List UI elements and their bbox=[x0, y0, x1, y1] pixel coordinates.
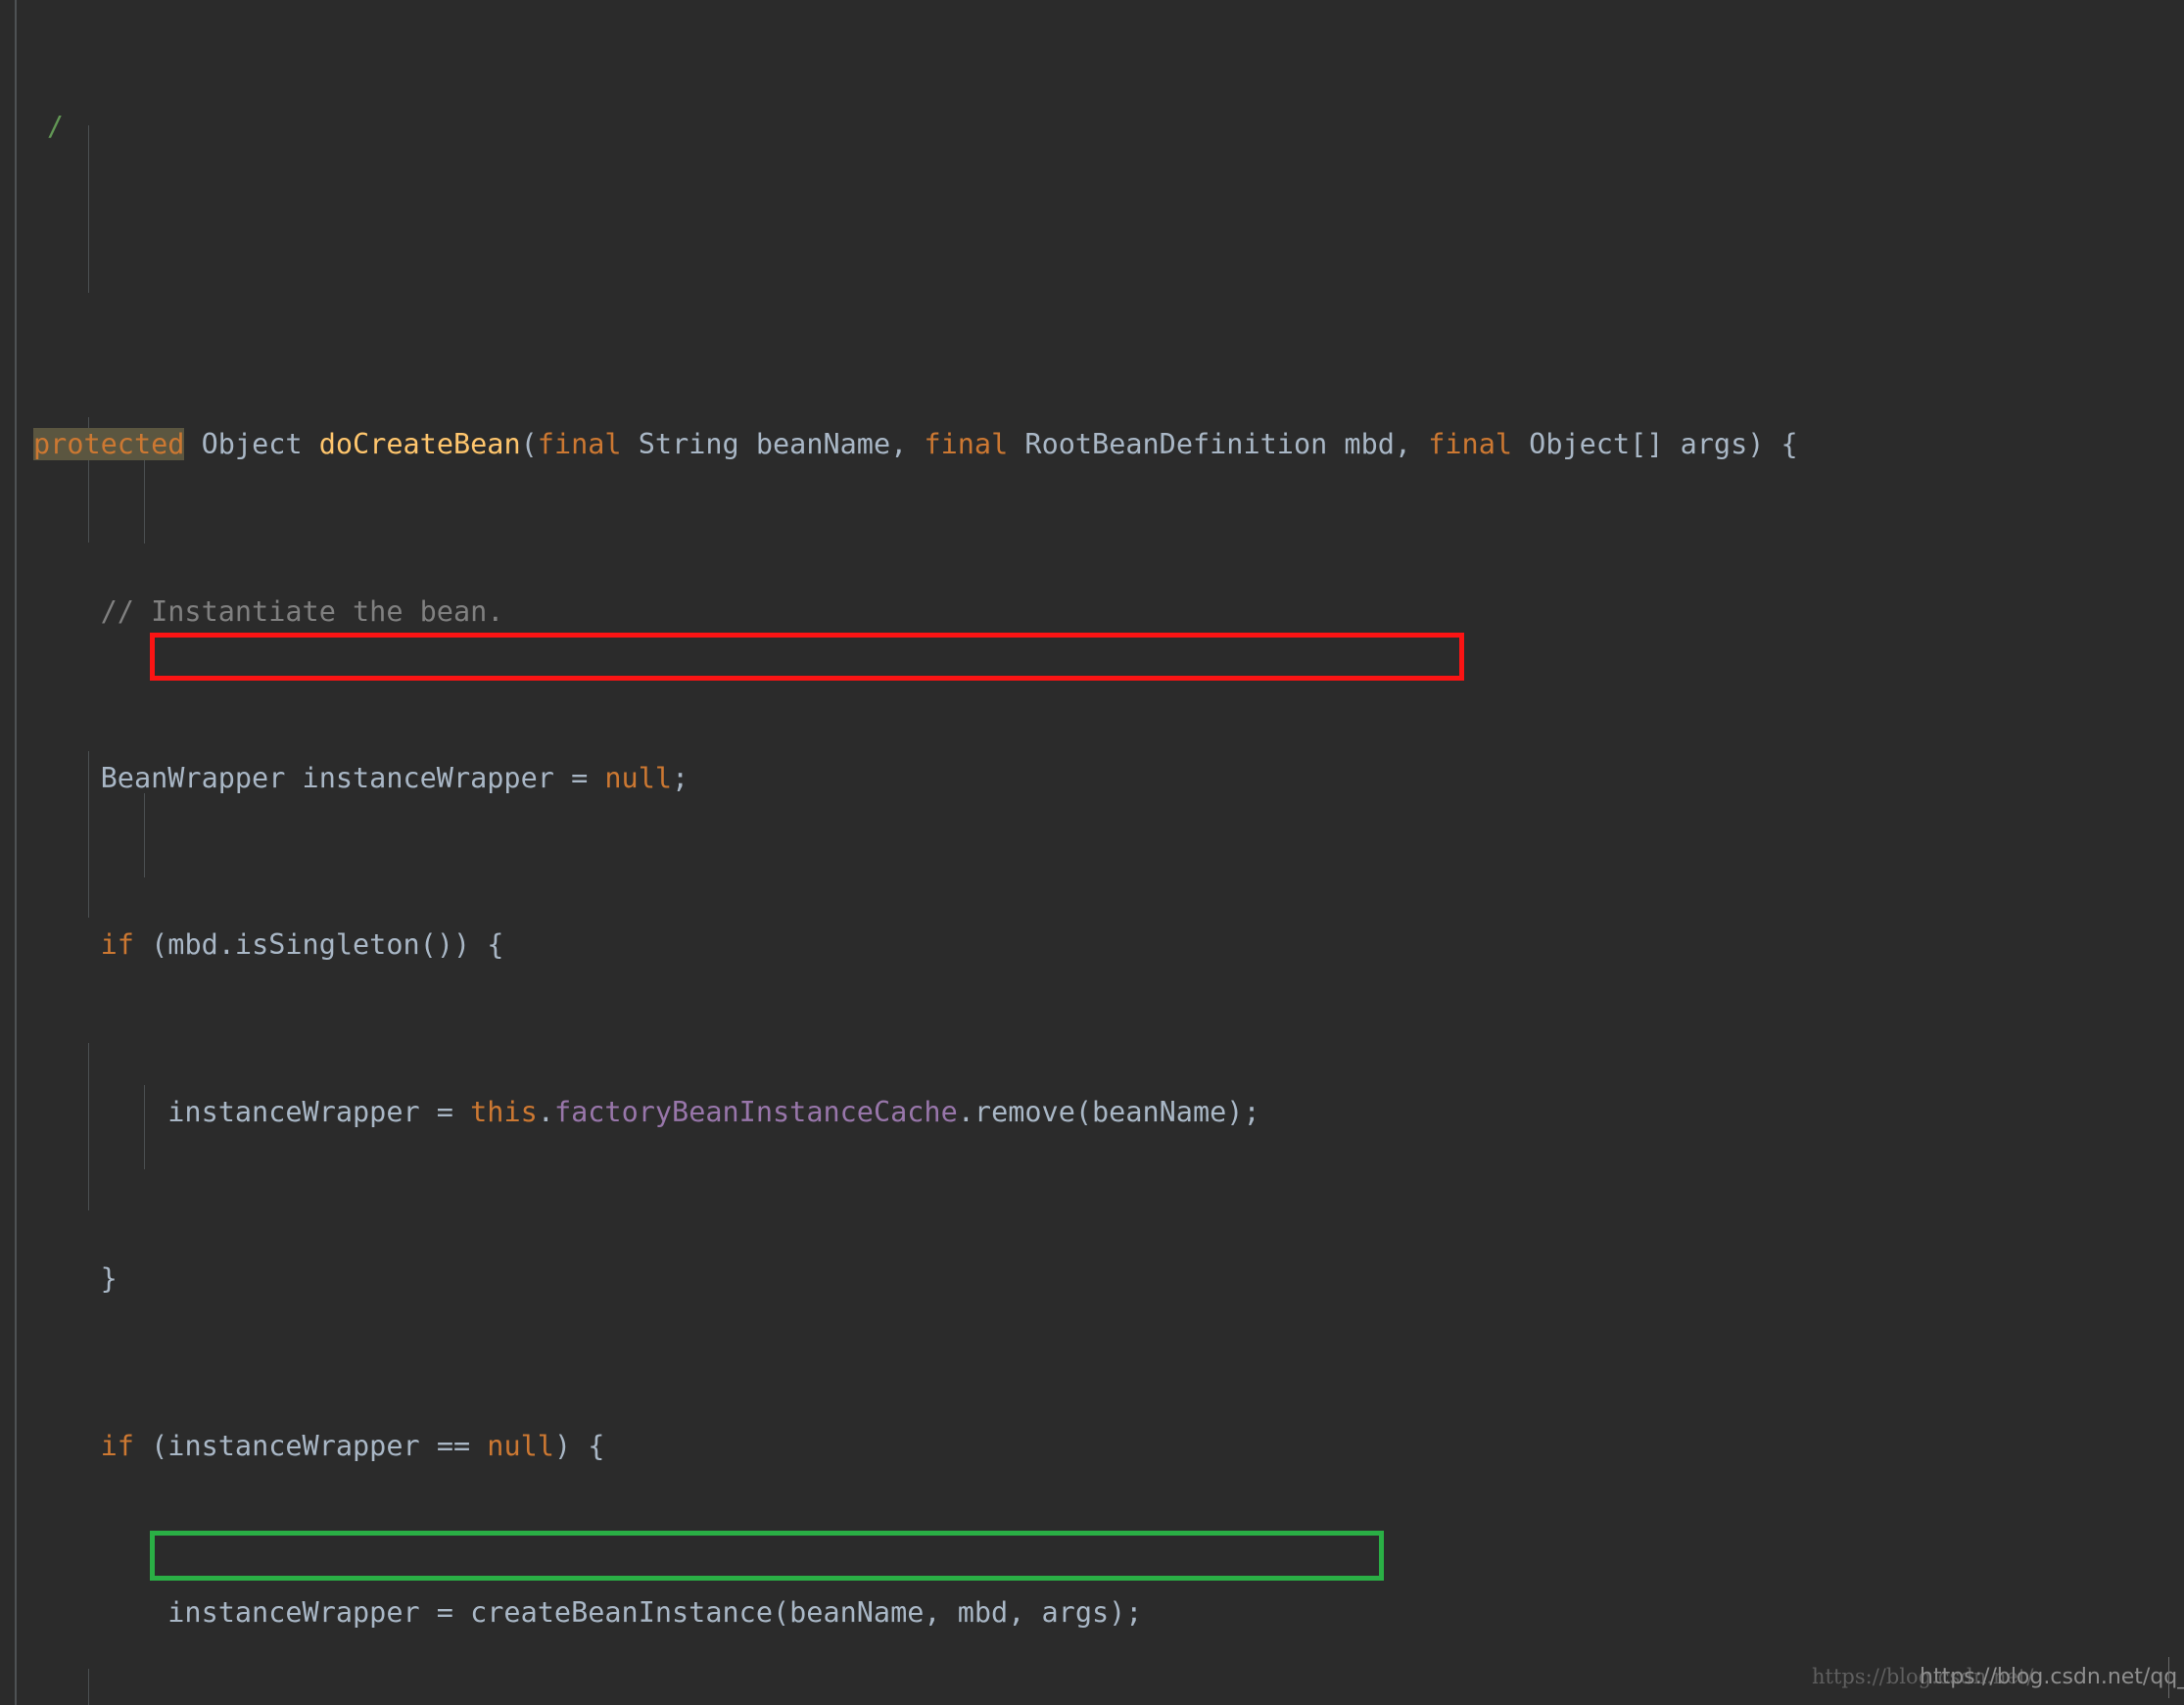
code-line: // Instantiate the bean. bbox=[0, 592, 2184, 634]
code-line: BeanWrapper instanceWrapper = null; bbox=[0, 758, 2184, 800]
red-highlight-box bbox=[150, 633, 1464, 681]
code-content[interactable]: / protected Object doCreateBean(final St… bbox=[0, 0, 2184, 1705]
code-line: if (mbd.isSingleton()) { bbox=[0, 924, 2184, 967]
watermark-caret-line bbox=[2168, 1657, 2169, 1698]
code-line: / bbox=[0, 131, 2184, 141]
keyword-protected: protected bbox=[33, 428, 184, 460]
code-line: if (instanceWrapper == null) { bbox=[0, 1426, 2184, 1468]
code-line: instanceWrapper = createBeanInstance(bea… bbox=[0, 1592, 2184, 1634]
javadoc-close-glyph: / bbox=[47, 106, 64, 148]
code-line bbox=[0, 266, 2184, 300]
code-line: protected Object doCreateBean(final Stri… bbox=[0, 424, 2184, 466]
code-line: } bbox=[0, 1258, 2184, 1301]
method-declaration-name: doCreateBean bbox=[319, 428, 521, 460]
green-highlight-box bbox=[150, 1531, 1384, 1581]
watermark-sans: https://blog.csdn.net/qq_36963950 bbox=[1920, 1665, 2184, 1689]
code-editor-screenshot: / protected Object doCreateBean(final St… bbox=[0, 0, 2184, 1705]
code-line: instanceWrapper = this.factoryBeanInstan… bbox=[0, 1092, 2184, 1134]
